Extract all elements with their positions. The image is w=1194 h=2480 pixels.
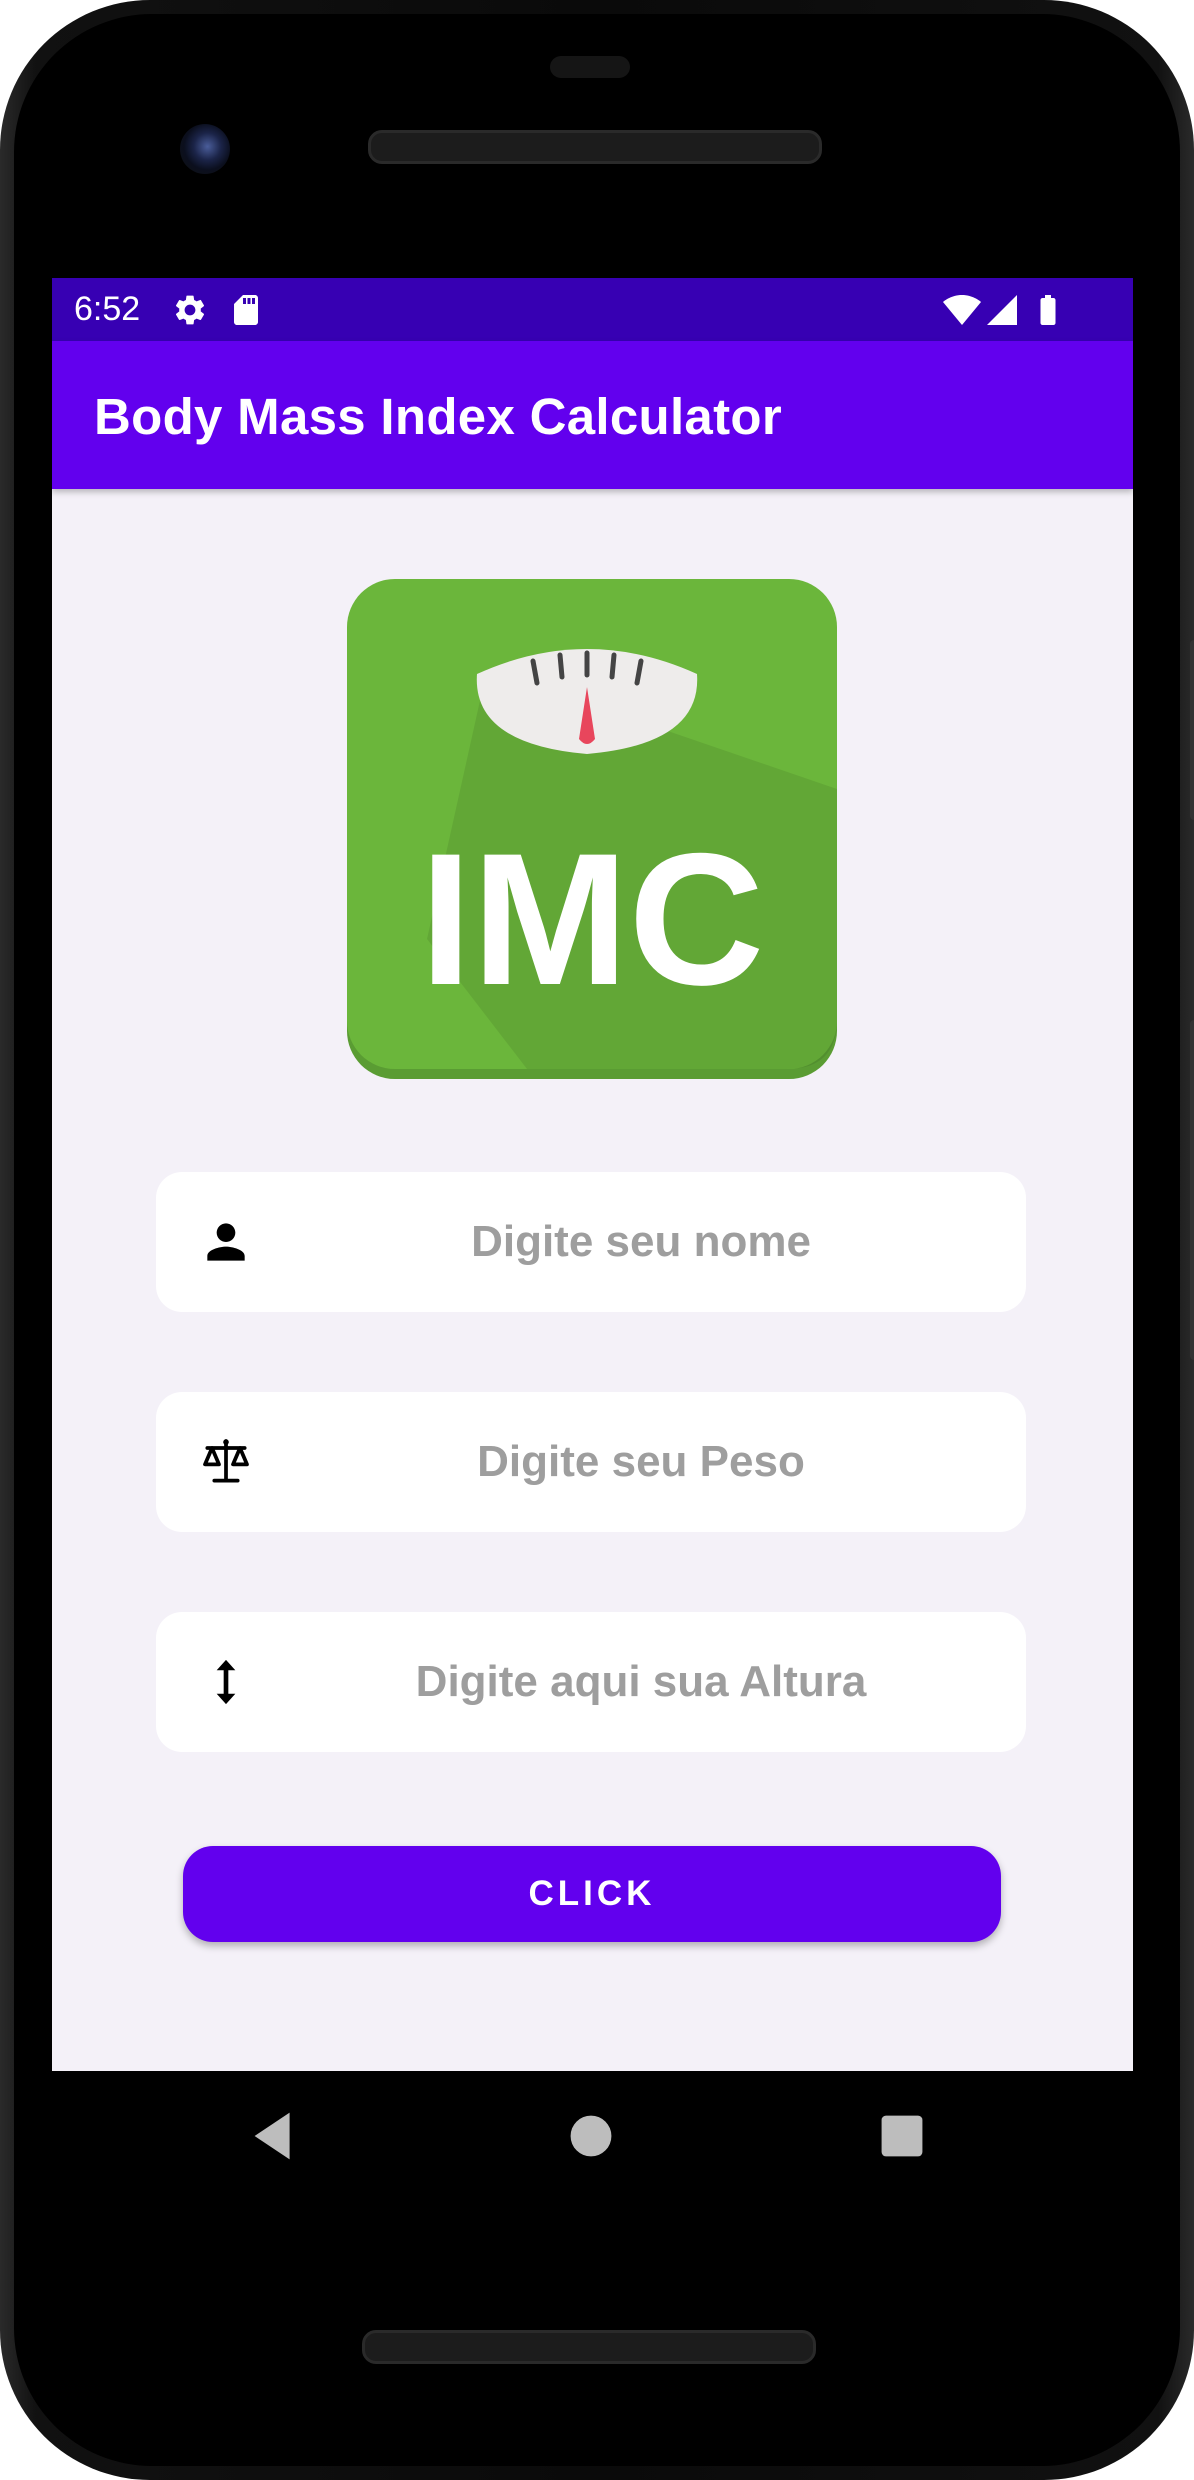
- battery-icon: [1040, 295, 1056, 325]
- person-icon: [207, 1223, 245, 1261]
- recents-square-icon[interactable]: [867, 2101, 937, 2171]
- power-button: [1190, 640, 1194, 820]
- wifi-icon: [943, 295, 981, 325]
- earpiece-speaker: [368, 130, 822, 164]
- name-placeholder: Digite seu nome: [471, 1217, 811, 1266]
- weight-field[interactable]: Digite seu Peso: [156, 1392, 1026, 1532]
- app-bar: Body Mass Index Calculator: [52, 341, 1133, 489]
- screen: 6:52 Body Mass Index Calculator IMC Digi…: [52, 278, 1133, 2071]
- height-field[interactable]: Digite aqui sua Altura: [156, 1612, 1026, 1752]
- phone-frame: 6:52 Body Mass Index Calculator IMC Digi…: [0, 0, 1194, 2480]
- weight-placeholder: Digite seu Peso: [477, 1437, 805, 1486]
- volume-button: [1190, 1020, 1194, 1360]
- navigation-bar: [52, 2071, 1133, 2201]
- click-button[interactable]: CLICK: [183, 1846, 1001, 1942]
- cell-signal-icon: [987, 295, 1017, 325]
- top-slot: [550, 56, 630, 78]
- front-camera: [180, 124, 230, 174]
- app-title: Body Mass Index Calculator: [94, 388, 782, 445]
- status-bar: 6:52: [52, 278, 1133, 341]
- name-field[interactable]: Digite seu nome: [156, 1172, 1026, 1312]
- bottom-speaker: [362, 2330, 816, 2364]
- balance-scale-icon: [203, 1439, 249, 1483]
- sd-card-icon: [234, 295, 258, 325]
- home-circle-icon[interactable]: [556, 2101, 626, 2171]
- logo-text: IMC: [420, 814, 765, 1024]
- vertical-arrows-icon: [216, 1659, 236, 1705]
- settings-icon: [175, 295, 205, 325]
- back-triangle-icon[interactable]: [240, 2101, 310, 2171]
- imc-logo: IMC: [347, 579, 837, 1079]
- status-time: 6:52: [74, 290, 141, 328]
- height-placeholder: Digite aqui sua Altura: [415, 1657, 867, 1706]
